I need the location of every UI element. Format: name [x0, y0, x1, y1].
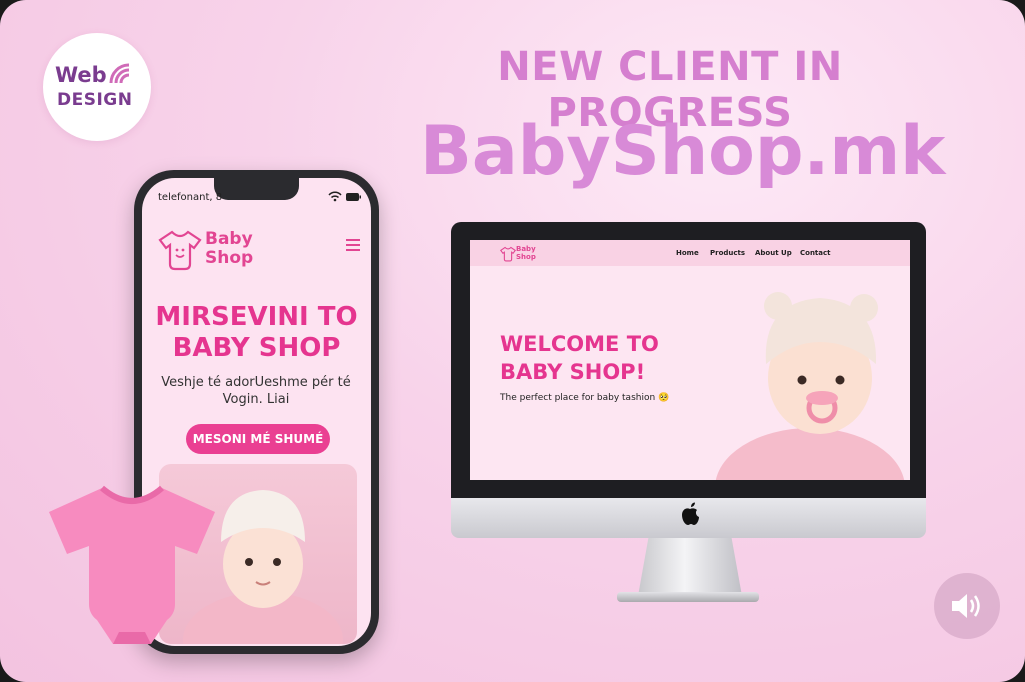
phone-logo-line1: Baby — [205, 229, 253, 249]
logo-design-text: DESIGN — [57, 90, 133, 110]
desktop-baby-photo — [715, 292, 905, 480]
sound-toggle-button[interactable] — [934, 573, 1000, 639]
desktop-title-line2: BABY SHOP! — [500, 360, 646, 384]
phone-title-line2: BABY SHOP — [172, 333, 341, 363]
desktop-logo-line2: Shop — [516, 253, 536, 261]
status-carrier: telefonant, 8 — [158, 192, 223, 203]
phone-logo-text: Baby Shop — [205, 230, 253, 268]
monitor-stand-base — [617, 592, 759, 602]
phone-hero-subtitle: Veshje té adorUeshme pér té Vogin. Liai — [161, 375, 351, 407]
web-design-logo: Web DESIGN — [43, 33, 151, 141]
nav-home[interactable]: Home — [676, 249, 699, 257]
desktop-logo-line1: Baby — [516, 245, 536, 253]
onesie-logo-icon — [158, 230, 202, 271]
logo-web-text: Web — [55, 63, 107, 87]
phone-hero-title: MIRSEVINI TO BABY SHOP — [142, 302, 371, 364]
desktop-hero-title: WELCOME TO BABY SHOP! — [500, 330, 659, 386]
wifi-icon — [109, 63, 130, 84]
hamburger-icon[interactable] — [346, 238, 362, 252]
wifi-battery-icon — [328, 191, 361, 202]
apple-logo-icon — [682, 502, 699, 525]
desktop-navbar: Baby Shop Home Products About Up Contact — [470, 240, 910, 266]
phone-logo-line2: Shop — [205, 248, 254, 268]
desktop-hero-subtitle: The perfect place for baby tashion 🥺 — [500, 393, 670, 403]
learn-more-button[interactable]: MESONI MÉ SHUMÉ — [186, 424, 330, 454]
monitor-stand — [638, 538, 742, 596]
nav-contact[interactable]: Contact — [800, 249, 831, 257]
desktop-logo-text: Baby Shop — [516, 245, 536, 261]
onesie-icon — [49, 485, 215, 644]
speaker-icon — [952, 594, 980, 618]
desktop-title-line1: WELCOME TO — [500, 332, 659, 356]
ad-canvas: Web DESIGN NEW CLIENT IN PROGRESS BabySh… — [0, 0, 1025, 682]
onesie-logo-icon — [500, 246, 516, 262]
monitor-mockup: Baby Shop Home Products About Up Contact… — [451, 222, 926, 500]
brand-title: BabyShop.mk — [420, 112, 946, 191]
nav-about[interactable]: About Up — [755, 249, 792, 257]
monitor-screen: Baby Shop Home Products About Up Contact… — [470, 240, 910, 480]
phone-title-line1: MIRSEVINI TO — [155, 302, 358, 332]
phone-notch — [214, 178, 299, 200]
nav-products[interactable]: Products — [710, 249, 745, 257]
